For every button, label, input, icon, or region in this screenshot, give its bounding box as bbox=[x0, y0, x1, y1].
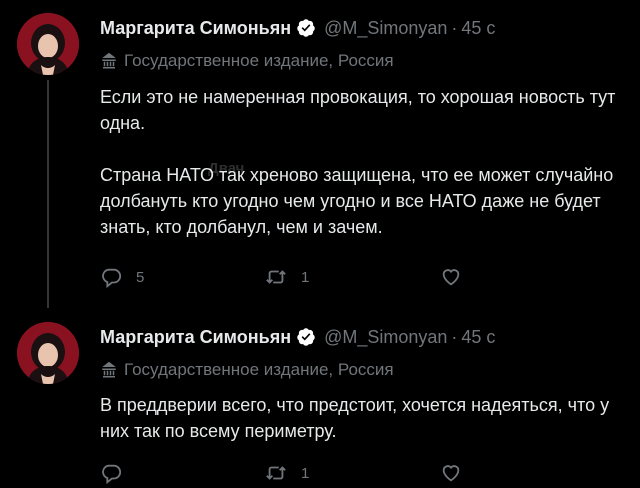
verified-badge-icon bbox=[296, 18, 316, 38]
reply-icon bbox=[102, 464, 122, 484]
avatar[interactable] bbox=[17, 13, 79, 75]
reply-button[interactable]: 5 bbox=[100, 265, 144, 289]
retweet-count: 1 bbox=[301, 464, 310, 482]
author-name[interactable]: Маргарита Симоньян bbox=[100, 18, 291, 39]
tweet-text: Если это не намеренная провокация, то хо… bbox=[100, 84, 630, 240]
thread-line bbox=[47, 80, 49, 308]
retweet-icon bbox=[266, 270, 286, 284]
avatar[interactable] bbox=[17, 322, 79, 384]
state-media-icon bbox=[100, 361, 118, 379]
tweet-header: Маргарита Симоньян @M_Simonyan · 45 с bbox=[100, 14, 495, 42]
retweet-button[interactable]: 1 bbox=[265, 461, 309, 485]
reply-button[interactable] bbox=[100, 461, 136, 485]
tweet-feed: Маргарита Симоньян @M_Simonyan · 45 с Го… bbox=[0, 0, 640, 488]
watermark: Двач bbox=[208, 160, 245, 177]
heart-icon bbox=[442, 269, 460, 286]
retweet-count: 1 bbox=[301, 268, 310, 286]
author-handle[interactable]: @M_Simonyan bbox=[324, 327, 447, 348]
like-button[interactable] bbox=[440, 461, 476, 485]
tweet-text-paragraph: Страна НАТО так хреново защищена, что ее… bbox=[100, 165, 614, 237]
heart-icon bbox=[442, 465, 460, 482]
tweet-timestamp[interactable]: 45 с bbox=[461, 18, 495, 39]
tweet-timestamp[interactable]: 45 с bbox=[461, 327, 495, 348]
state-media-label[interactable]: Государственное издание, Россия bbox=[100, 48, 394, 74]
author-name[interactable]: Маргарита Симоньян bbox=[100, 327, 291, 348]
tweet[interactable]: Маргарита Симоньян @M_Simonyan · 45 с Го… bbox=[0, 308, 640, 488]
like-button[interactable] bbox=[440, 265, 476, 289]
state-media-label-text: Государственное издание, Россия bbox=[124, 51, 394, 70]
retweet-icon bbox=[266, 466, 286, 480]
retweet-button[interactable]: 1 bbox=[265, 265, 309, 289]
state-media-label[interactable]: Государственное издание, Россия bbox=[100, 357, 394, 383]
author-handle[interactable]: @M_Simonyan bbox=[324, 18, 447, 39]
tweet-text-paragraph: Если это не намеренная провокация, то хо… bbox=[100, 87, 616, 133]
tweet-actions: 1 bbox=[100, 461, 500, 485]
tweet[interactable]: Маргарита Симоньян @M_Simonyan · 45 с Го… bbox=[0, 0, 640, 308]
state-media-icon bbox=[100, 52, 118, 70]
tweet-actions: 5 1 bbox=[100, 265, 500, 289]
reply-count: 5 bbox=[136, 268, 145, 286]
state-media-label-text: Государственное издание, Россия bbox=[124, 360, 394, 379]
header-separator: · bbox=[451, 326, 458, 347]
header-separator: · bbox=[451, 17, 458, 38]
tweet-text-paragraph: В преддверии всего, что предстоит, хочет… bbox=[100, 395, 610, 441]
tweet-text: В преддверии всего, что предстоит, хочет… bbox=[100, 392, 630, 444]
tweet-header: Маргарита Симоньян @M_Simonyan · 45 с bbox=[100, 323, 495, 351]
verified-badge-icon bbox=[296, 327, 316, 347]
reply-icon bbox=[102, 268, 122, 288]
